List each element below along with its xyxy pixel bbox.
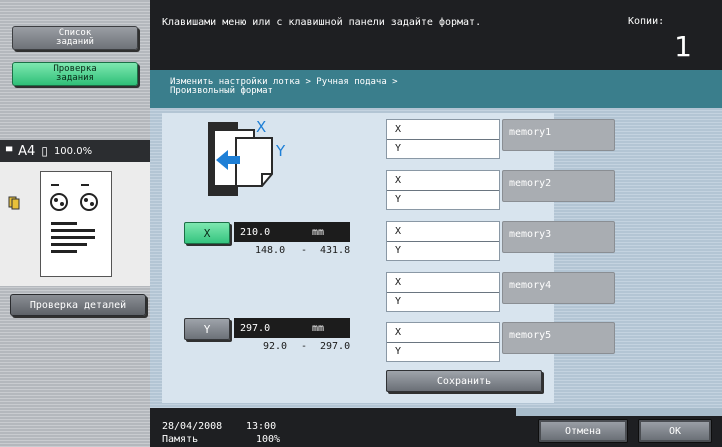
x-axis-button[interactable]: X [184, 222, 230, 244]
divider [387, 241, 499, 242]
memory2-button[interactable]: memory2 [502, 170, 615, 202]
memory3-y-label: Y [395, 245, 402, 256]
memory1-button[interactable]: memory1 [502, 119, 615, 151]
footer: 28/04/2008 13:00 Память 100% Отмена OK [150, 408, 722, 447]
memory5-button[interactable]: memory5 [502, 322, 615, 354]
ok-button[interactable]: OK [638, 419, 712, 443]
job-list-button[interactable]: Список заданий [12, 26, 138, 50]
divider [387, 292, 499, 293]
header: Клавишами меню или с клавишной панели за… [150, 0, 722, 70]
paper-size: A4 [18, 143, 36, 159]
x-value: 210.0 [240, 226, 271, 238]
memory1-y-label: Y [395, 143, 402, 154]
memory4-x-label: X [395, 277, 402, 288]
save-button[interactable]: Сохранить [386, 370, 542, 392]
memory1-size: X Y [386, 119, 500, 159]
y-range-sep: - [301, 341, 308, 352]
divider [387, 190, 499, 191]
memory-label: Память [162, 434, 199, 445]
divider [387, 342, 499, 343]
paper-orientation-icon: ▯ [41, 144, 48, 158]
job-check-button[interactable]: Проверка задания [12, 62, 138, 86]
memory-value: 100% [256, 434, 281, 445]
zoom-value: 100.0% [53, 145, 93, 157]
stack-icon [8, 196, 20, 210]
breadcrumb-current: Произвольный формат [170, 86, 273, 96]
x-value-field[interactable]: 210.0 mm [234, 222, 350, 242]
diagram-x-label: X [256, 118, 267, 136]
x-range-max: 431.8 [320, 245, 351, 256]
page-preview [40, 171, 112, 277]
memory2-y-label: Y [395, 194, 402, 205]
check-details-button[interactable]: Проверка деталей [10, 294, 146, 316]
footer-tab [516, 408, 722, 416]
memory2-x-label: X [395, 175, 402, 186]
memory3-size: X Y [386, 221, 500, 261]
memory5-x-label: X [395, 327, 402, 338]
y-range-max: 297.0 [320, 341, 351, 352]
copies-value: 1 [674, 30, 692, 63]
paper-status-bar: ▀ A4 ▯ 100.0% [0, 140, 150, 162]
x-unit: mm [312, 226, 325, 238]
copies-label: Копии: [628, 16, 665, 27]
y-axis-button[interactable]: Y [184, 318, 230, 340]
breadcrumb: Изменить настройки лотка > Ручная подача… [150, 70, 722, 108]
y-range-min: 92.0 [263, 341, 288, 352]
time: 13:00 [246, 421, 277, 432]
memory1-x-label: X [395, 124, 402, 135]
diagram-y-label: Y [276, 142, 286, 160]
date: 28/04/2008 [162, 421, 223, 432]
memory5-y-label: Y [395, 346, 402, 357]
y-value: 297.0 [240, 322, 271, 334]
y-value-field[interactable]: 297.0 mm [234, 318, 350, 338]
memory3-x-label: X [395, 226, 402, 237]
cancel-button[interactable]: Отмена [538, 419, 628, 443]
y-unit: mm [312, 322, 325, 334]
divider [387, 139, 499, 140]
memory3-button[interactable]: memory3 [502, 221, 615, 253]
x-range-sep: - [301, 245, 308, 256]
tray-icon: ▀ [6, 146, 13, 156]
x-range-min: 148.0 [255, 245, 286, 256]
memory4-size: X Y [386, 272, 500, 312]
instruction-message: Клавишами меню или с клавишной панели за… [162, 17, 482, 28]
memory4-y-label: Y [395, 296, 402, 307]
memory5-size: X Y [386, 322, 500, 362]
page-layout-icon [50, 184, 98, 253]
memory2-size: X Y [386, 170, 500, 210]
memory4-button[interactable]: memory4 [502, 272, 615, 304]
